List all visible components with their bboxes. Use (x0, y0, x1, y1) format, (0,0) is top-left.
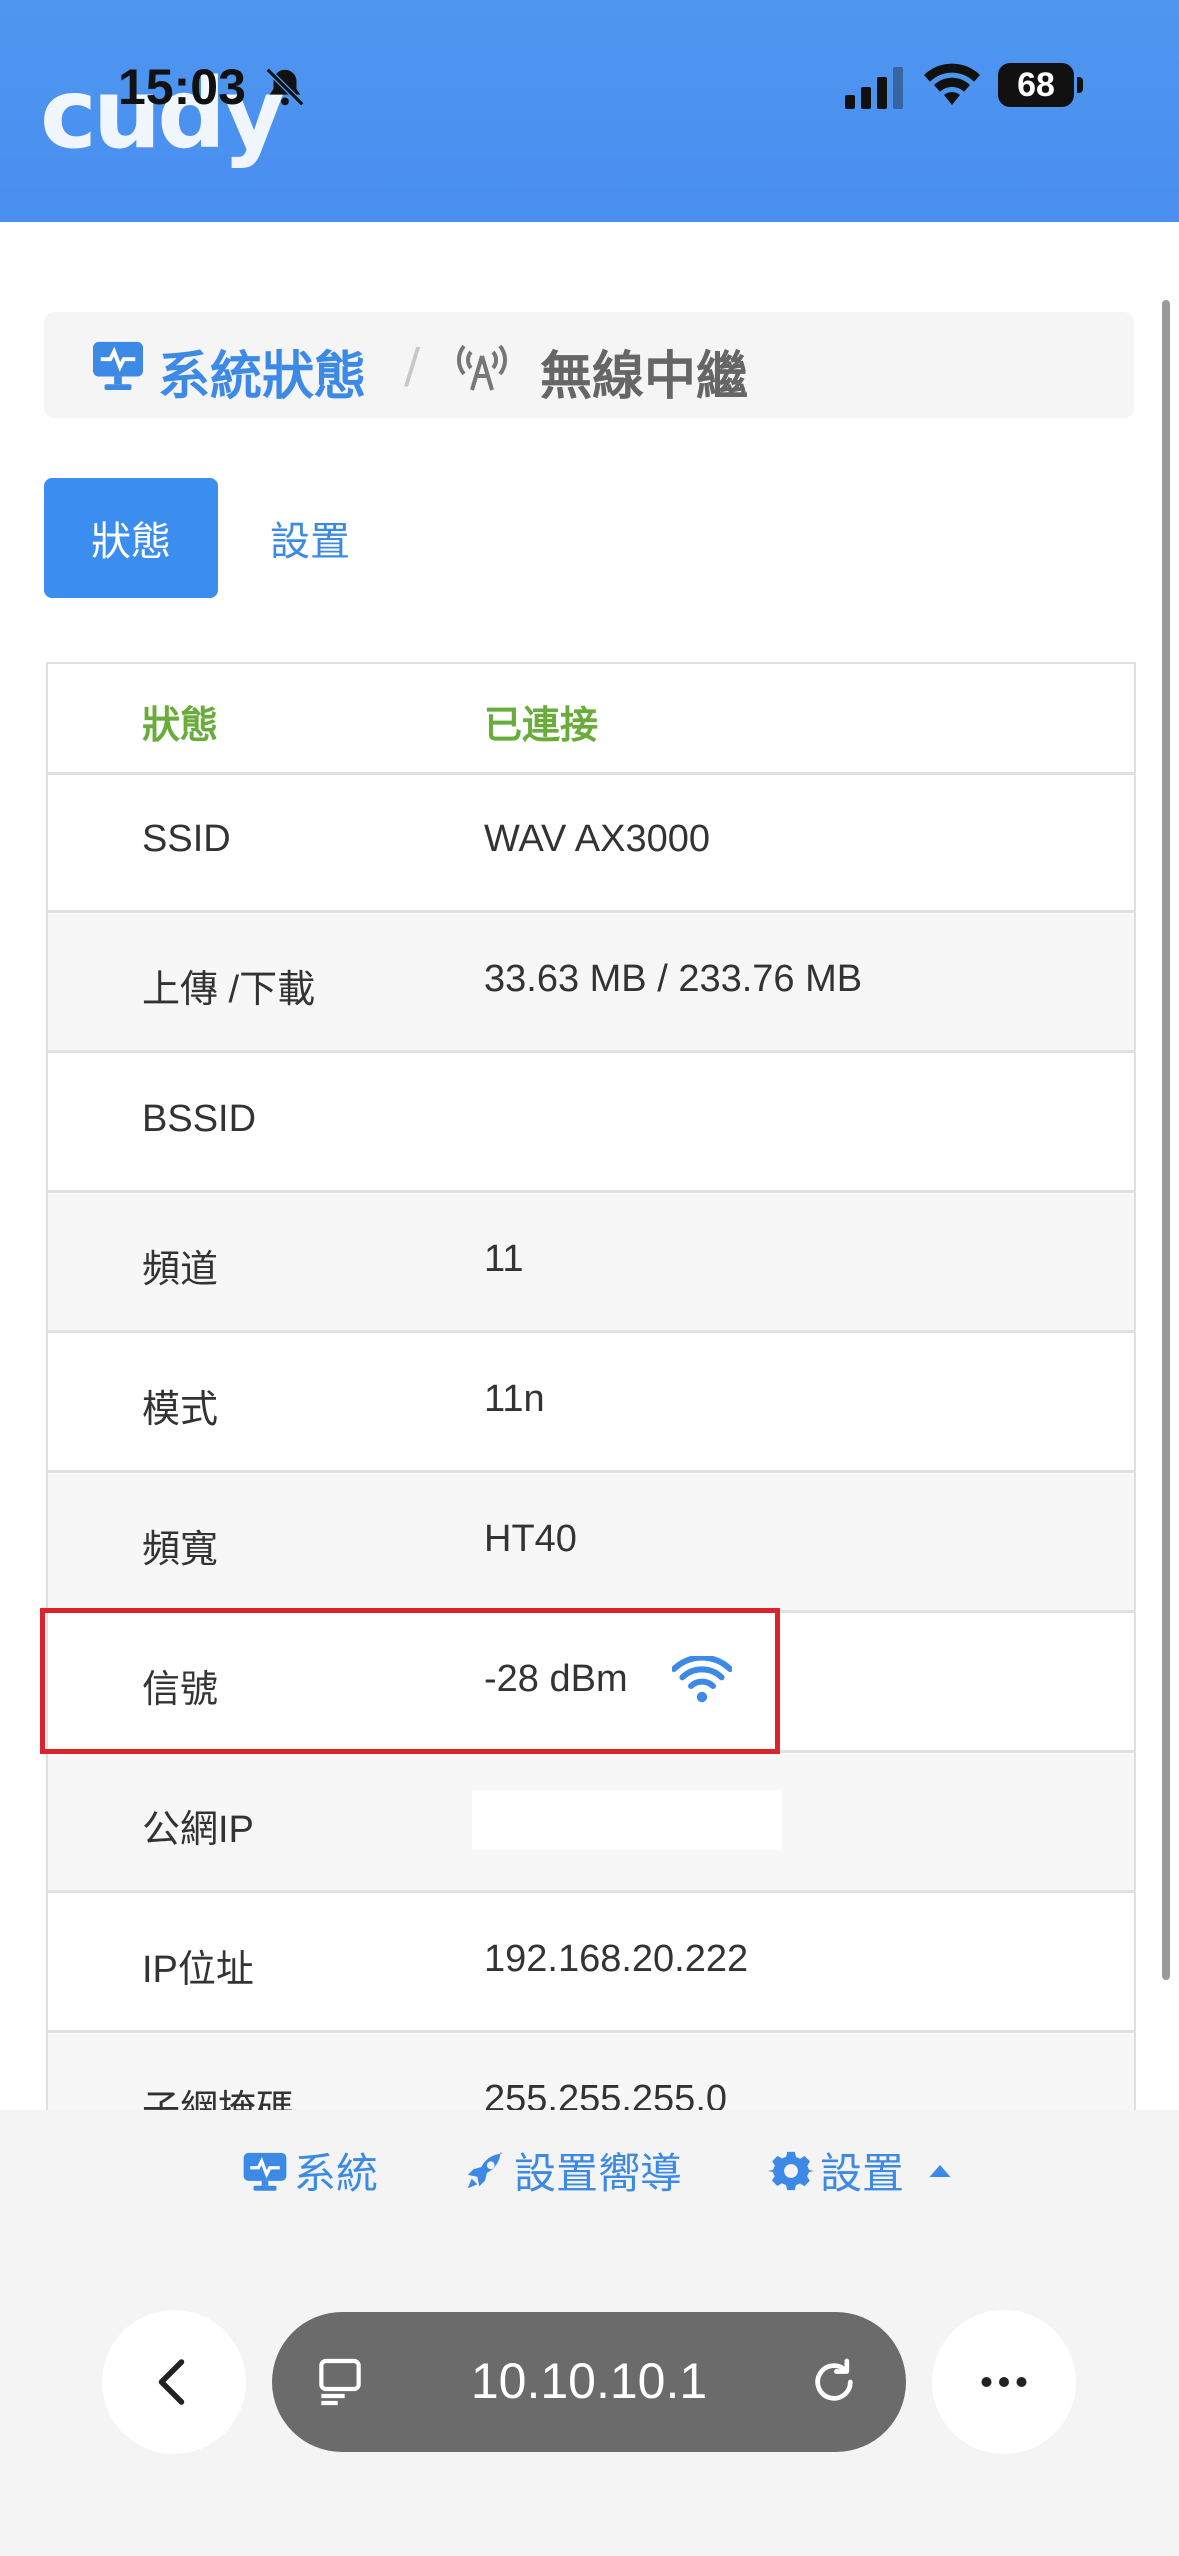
browser-toolbar: 10.10.10.1 (0, 2270, 1179, 2556)
gear-icon (768, 2151, 814, 2190)
signal-row-highlight (40, 1608, 780, 1754)
row-key: IP位址 (142, 1949, 254, 1991)
breadcrumb-wireless-repeater: 無線中繼 (540, 347, 749, 407)
address-bar[interactable]: 10.10.10.1 (272, 2312, 906, 2452)
table-row: 公網IP (48, 1754, 1134, 1893)
nav-system[interactable]: 系統 (242, 2140, 378, 2201)
status-table: 狀態 已連接 SSID WAV AX3000 上傳 /下載 33.63 MB /… (46, 662, 1136, 2114)
table-row: SSID WAV AX3000 (48, 774, 1134, 913)
row-value: 192.168.20.222 (484, 1938, 749, 1980)
row-key: 頻寬 (142, 1529, 219, 1571)
rocket-icon (467, 2151, 503, 2188)
more-button[interactable] (932, 2310, 1076, 2454)
app-header: cudy 15:03 68 (0, 0, 1179, 222)
row-key: 子網掩碼 (142, 2089, 295, 2114)
caret-up-icon (929, 2164, 951, 2177)
row-key: SSID (142, 818, 231, 860)
nav-setup-wizard-label: 設置嚮導 (514, 2149, 683, 2198)
nav-setup-wizard[interactable]: 設置嚮導 (462, 2140, 682, 2201)
nav-system-label: 系統 (294, 2149, 379, 2198)
row-key: 上傳 /下載 (142, 969, 316, 1011)
more-dots-icon (981, 2377, 1027, 2387)
table-row: 頻寬 HT40 (48, 1474, 1134, 1613)
monitor-icon (243, 2152, 287, 2191)
scrollbar[interactable] (1162, 300, 1170, 1980)
public-ip-redacted (472, 1790, 782, 1850)
breadcrumb-system-status[interactable]: 系統狀態 (158, 334, 366, 409)
table-row: 上傳 /下載 33.63 MB / 233.76 MB (48, 914, 1134, 1053)
nav-settings-label: 設置 (820, 2149, 905, 2198)
table-row: BSSID (48, 1054, 1134, 1193)
monitor-pulse-icon (93, 341, 143, 390)
back-button[interactable] (102, 2310, 246, 2454)
row-key: 頻道 (142, 1249, 219, 1291)
row-value: WAV AX3000 (484, 818, 711, 860)
table-header-value: 已連接 (484, 705, 599, 747)
table-row: 模式 11n (48, 1334, 1134, 1473)
table-header-key: 狀態 (142, 705, 219, 747)
row-value: 255.255.255.0 (484, 2078, 728, 2114)
breadcrumb-separator: / (404, 338, 421, 394)
row-value: HT40 (484, 1518, 577, 1560)
table-row: 子網掩碼 255.255.255.0 (48, 2034, 1134, 2114)
row-value: 33.63 MB / 233.76 MB (484, 958, 863, 1000)
row-value: 11 (484, 1238, 524, 1280)
row-key: 模式 (142, 1389, 219, 1431)
breadcrumb: 系統狀態 / 無線中繼 (44, 312, 1134, 418)
antenna-icon (456, 344, 508, 391)
row-value: 11n (484, 1378, 545, 1420)
bottom-nav: 系統 設置嚮導 設置 (0, 2110, 1179, 2270)
tab-settings[interactable]: 設置 (270, 478, 350, 598)
battery-indicator: 68 (998, 63, 1074, 107)
battery-cap (1077, 77, 1083, 93)
table-row: 頻道 11 (48, 1194, 1134, 1333)
reload-icon[interactable] (806, 2354, 862, 2410)
table-header-row: 狀態 已連接 (48, 664, 1134, 775)
cellular-signal-icon (845, 67, 903, 109)
status-time: 15:03 (118, 59, 246, 115)
row-key: 公網IP (142, 1809, 254, 1851)
wifi-status-icon (924, 63, 980, 105)
tab-status[interactable]: 狀態 (44, 478, 218, 598)
bell-off-icon (265, 67, 305, 107)
row-key: BSSID (142, 1098, 257, 1140)
table-row: IP位址 192.168.20.222 (48, 1894, 1134, 2033)
chevron-left-icon (158, 2359, 185, 2405)
nav-settings[interactable]: 設置 (768, 2140, 958, 2201)
